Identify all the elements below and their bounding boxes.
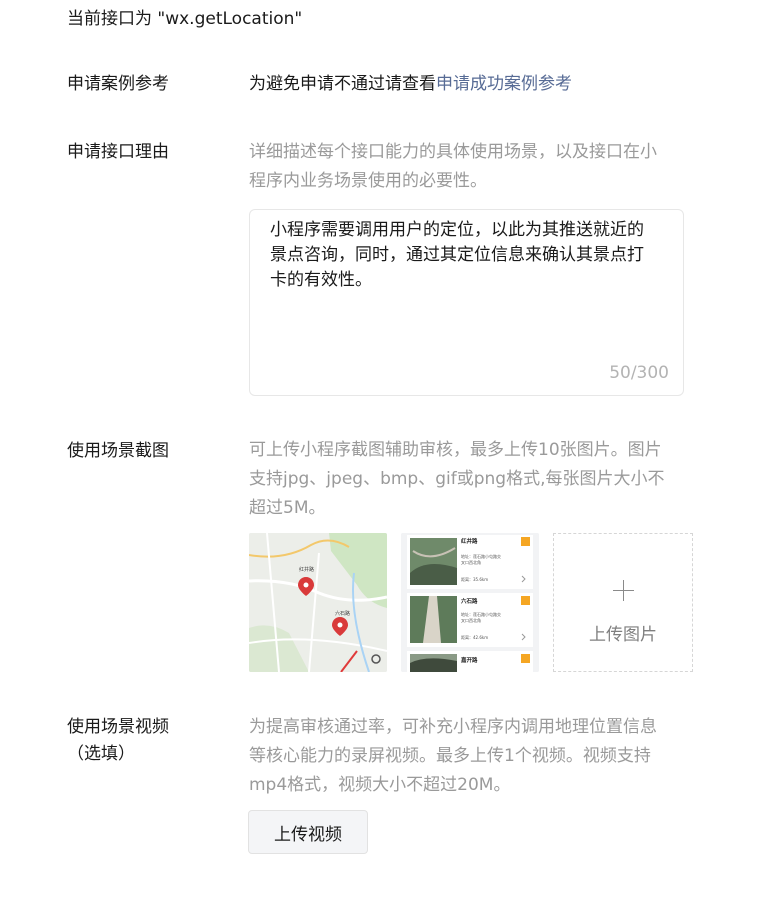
- screenshots-label: 使用场景截图: [67, 441, 169, 461]
- screenshot-thumbnail-map[interactable]: 红井路 六石路: [249, 533, 387, 672]
- plus-icon-bar: [613, 590, 634, 591]
- list-card-distance: 距离：42.6km: [461, 634, 488, 640]
- case-reference-prefix: 为避免申请不通过请查看: [249, 74, 436, 94]
- upload-video-button[interactable]: 上传视频: [248, 810, 368, 854]
- char-counter: 50/300: [609, 363, 669, 383]
- list-card-distance: 距离：35.6km: [461, 576, 488, 582]
- video-hint-line: 为提高审核通过率，可补充小程序内调用地理位置信息: [249, 717, 657, 737]
- list-card: 六石路 地址：莲石路小屯路交 叉口西北角 距离：42.6km: [407, 593, 533, 647]
- video-hint: 为提高审核通过率，可补充小程序内调用地理位置信息 等核心能力的录屏视频。最多上传…: [249, 713, 657, 800]
- list-card-title: 六石路: [461, 597, 478, 605]
- list-card-title: 红井路: [461, 537, 478, 545]
- reason-hint-line: 详细描述每个接口能力的具体使用场景，以及接口在小: [249, 142, 657, 162]
- list-card-addr: 地址：莲石路小屯路交: [461, 611, 501, 617]
- list-image: 红井路 地址：莲石路小屯路交 叉口西北角 距离：35.6km 六石路 地址：莲石…: [401, 533, 539, 672]
- video-hint-line: mp4格式，视频大小不超过20M。: [249, 775, 511, 795]
- case-reference-text: 为避免申请不通过请查看申请成功案例参考: [249, 70, 572, 99]
- map-image: 红井路 六石路: [249, 533, 387, 672]
- reason-label: 申请接口理由: [67, 142, 169, 162]
- list-card-addr: 叉口西北角: [461, 617, 481, 623]
- list-card-title: 嘉开路: [460, 656, 478, 664]
- list-card-addr: 地址：莲石路小屯路交: [461, 553, 501, 559]
- screenshots-hint-line: 可上传小程序截图辅助审核，最多上传10张图片。图片: [249, 440, 662, 460]
- video-label: 使用场景视频 （选填）: [67, 714, 169, 768]
- upload-image-button[interactable]: 上传图片: [553, 533, 693, 672]
- bookmark-icon: [521, 654, 530, 663]
- reason-textarea-value: 小程序需要调用用户的定位，以此为其推送就近的 景点咨询，同时，通过其定位信息来确…: [270, 218, 665, 293]
- case-reference-label: 申请案例参考: [67, 74, 169, 94]
- screenshots-hint: 可上传小程序截图辅助审核，最多上传10张图片。图片 支持jpg、jpeg、bmp…: [249, 436, 664, 523]
- list-card: 嘉开路: [407, 651, 533, 672]
- screenshots-hint-line: 支持jpg、jpeg、bmp、gif或png格式,每张图片大小不: [249, 469, 665, 489]
- upload-image-label: 上传图片: [589, 625, 657, 645]
- case-reference-link[interactable]: 申请成功案例参考: [436, 74, 572, 94]
- reason-textarea[interactable]: 小程序需要调用用户的定位，以此为其推送就近的 景点咨询，同时，通过其定位信息来确…: [249, 209, 684, 396]
- video-label-optional: （选填）: [67, 744, 135, 764]
- map-label: 六石路: [335, 610, 350, 617]
- current-api-text: 当前接口为 "wx.getLocation": [67, 9, 303, 29]
- map-label: 红井路: [299, 566, 314, 573]
- reason-value-line: 景点咨询，同时，通过其定位信息来确认其景点打: [270, 245, 644, 265]
- reason-hint: 详细描述每个接口能力的具体使用场景，以及接口在小 程序内业务场景使用的必要性。: [249, 138, 657, 196]
- video-hint-line: 等核心能力的录屏视频。最多上传1个视频。视频支持: [249, 746, 651, 766]
- screenshot-thumbnail-list[interactable]: 红井路 地址：莲石路小屯路交 叉口西北角 距离：35.6km 六石路 地址：莲石…: [401, 533, 539, 672]
- bookmark-icon: [521, 537, 530, 546]
- screenshots-hint-line: 超过5M。: [249, 498, 326, 518]
- list-card-addr: 叉口西北角: [461, 559, 481, 565]
- reason-value-line: 卡的有效性。: [270, 270, 372, 290]
- reason-hint-line: 程序内业务场景使用的必要性。: [249, 171, 487, 191]
- reason-value-line: 小程序需要调用用户的定位，以此为其推送就近的: [270, 220, 644, 240]
- video-label-line: 使用场景视频: [67, 717, 169, 737]
- list-card: 红井路 地址：莲石路小屯路交 叉口西北角 距离：35.6km: [407, 535, 533, 589]
- bookmark-icon: [521, 596, 530, 605]
